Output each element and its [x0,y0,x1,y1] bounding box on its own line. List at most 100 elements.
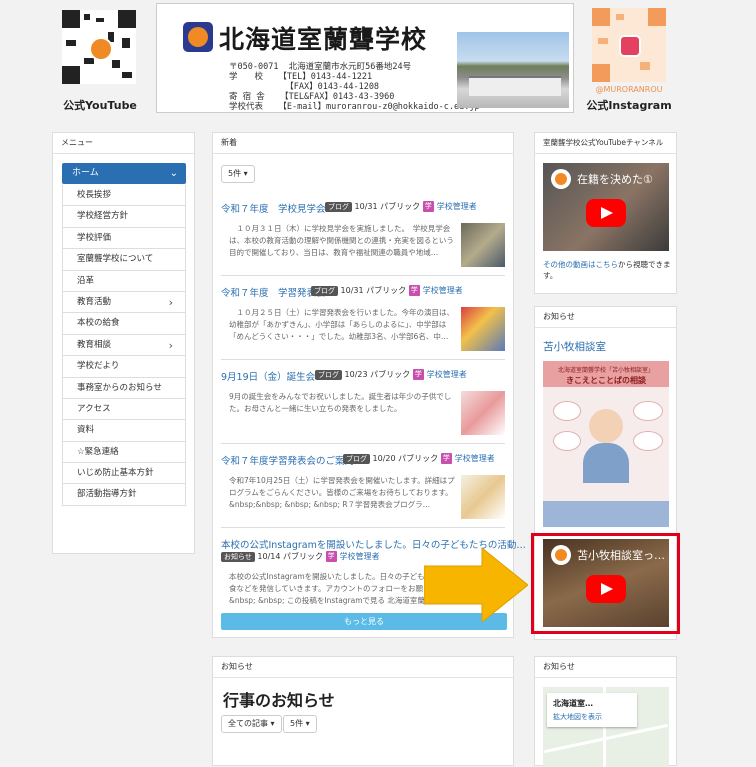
author-avatar-icon: 学 [440,453,452,464]
chevron-right-icon: › [168,295,173,309]
menu-item-label: 学校だより [77,361,120,372]
news-title-link[interactable]: 令和７年度 学習発表会 [221,285,326,299]
menu-item[interactable]: 沿革 [62,270,186,292]
news-title-link[interactable]: 令和７年度 学校見学会 [221,201,326,215]
channel-avatar-icon [551,169,571,189]
all-articles-select[interactable]: 全ての記事 ▾ [221,715,282,733]
news-excerpt: 9月の誕生会をみんなでお祝いしました。誕生者は年少の子供でした。お母さんと一緒に… [229,392,452,413]
instagram-label: 公式Instagram [586,99,672,112]
menu-item[interactable]: アクセス [62,398,186,421]
youtube-logo-icon [89,37,113,61]
news-meta: ブログ 10/20 パブリック 学学校管理者 [343,453,495,464]
news-item: 令和７年度学習発表会のご案内 ブログ 10/20 パブリック 学学校管理者令和7年… [221,453,505,533]
event-count-select[interactable]: 5件 ▾ [283,715,317,733]
news-visibility: パブリック [398,454,439,463]
news-date: 10/31 [354,202,378,211]
news-meta: お知らせ 10/14 パブリック 学学校管理者 [221,551,380,562]
menu-panel: メニュー ホーム ⌄ 校長挨拶 学校経営方針 学校評価 室蘭聾学校について 沿革 教育活動… [52,132,195,554]
news-count-select[interactable]: 5件 ▾ [221,165,255,183]
menu-home[interactable]: ホーム ⌄ [62,163,186,184]
youtube-video-1[interactable]: 在籍を決めた① [543,163,669,251]
play-button-icon[interactable] [586,199,626,227]
map-embed[interactable]: 北海道室… 拡大地図を表示 [543,687,669,767]
instagram-icon [619,35,641,57]
news-visibility: パブリック [380,202,421,211]
news-visibility: パブリック [370,370,411,379]
menu-home-label: ホーム [72,168,99,178]
menu-item[interactable]: 学校だより [62,356,186,378]
menu-item[interactable]: 本校の給食 [62,313,186,335]
youtube-video-1-title: 在籍を決めた① [577,173,653,186]
news-title-link[interactable]: 9月19日（金）誕生会 [221,369,315,383]
event-notice-panel: お知らせ 行事のお知らせ 全ての記事 ▾ 5件 ▾ [212,656,514,766]
news-thumbnail[interactable] [461,391,505,435]
news-author[interactable]: 学校管理者 [455,454,495,463]
menu-item[interactable]: 学校経営方針 [62,206,186,228]
school-address: 〒050-0071 北海道室蘭市水元町56番地24号 学 校 【TEL】0143… [229,62,480,112]
menu-item-label: 校長挨拶 [77,190,112,200]
news-thumbnail[interactable] [461,307,505,351]
menu-item[interactable]: 教育相談 › [62,334,186,357]
highlight-box [531,533,680,634]
news-item: 令和７年度 学校見学会 ブログ 10/31 パブリック 学学校管理者 １０月３１日… [221,201,505,281]
menu-item-label: アクセス [77,403,111,414]
school-crest-icon [183,22,213,52]
map-place-name: 北海道室… [553,699,593,708]
flyer-subtitle: きこえとことばの相談 [566,376,646,385]
menu-item-label: 学校評価 [77,232,112,243]
school-banner[interactable]: 北海道室蘭聾学校 〒050-0071 北海道室蘭市水元町56番地24号 学 校 … [156,3,574,113]
event-notice-heading: お知らせ [213,657,513,678]
author-avatar-icon: 学 [408,285,420,296]
instagram-handle: @MURORANROU [595,85,663,94]
youtube-qr-code [62,10,136,84]
news-author[interactable]: 学校管理者 [427,370,467,379]
news-title-link[interactable]: 令和７年度学習発表会のご案内 [221,453,354,467]
flyer-title: 北海道室蘭聾学校「苫小牧相談室」 [557,367,654,374]
youtube-label: 公式YouTube [63,99,137,112]
news-author[interactable]: 学校管理者 [340,552,380,561]
news-meta: ブログ 10/31 パブリック 学学校管理者 [325,201,477,212]
menu-item[interactable]: 校長挨拶 [62,185,186,207]
divider [221,359,505,360]
news-date: 10/23 [344,370,368,379]
category-tag: ブログ [325,201,352,212]
news-heading: 新着 [213,133,513,154]
menu-item[interactable]: いじめ防止基本方針 [62,463,186,485]
news-thumbnail[interactable] [461,475,505,519]
menu-item[interactable]: 室蘭聾学校について [62,249,186,271]
youtube-panel-heading: 室蘭聾学校公式YouTubeチャンネル [535,133,676,154]
news-meta: ブログ 10/31 パブリック 学学校管理者 [311,285,463,296]
news-excerpt: １０月３１日（木）に学校見学会を実施しました。 学校見学会は、本校の教育活動の理… [229,224,454,257]
map-enlarge-link[interactable]: 拡大地図を表示 [553,712,602,722]
menu-item-label: 部活動指導方針 [77,489,137,500]
youtube-more-text: その他の動画はこちらから視聴できます。 [543,259,673,281]
menu-item[interactable]: 学校評価 [62,227,186,250]
author-avatar-icon: 学 [422,201,434,212]
youtube-more-prefix: その他の動画は [543,260,596,269]
menu-item-label: 教育活動 [77,296,112,307]
news-excerpt: 令和7年10月25日（土）に学習発表会を開催いたします。詳細はプログラムをごらん… [229,476,455,509]
news-thumbnail[interactable] [461,223,505,267]
instagram-qr-code [592,8,666,82]
menu-item[interactable]: 教育活動 › [62,291,186,314]
menu-item-label: 学校経営方針 [77,211,129,222]
tomakomai-link[interactable]: 苫小牧相談室 [543,339,606,354]
menu-item-label: 沿革 [77,275,95,286]
menu-item[interactable]: 事務室からのお知らせ [62,377,186,399]
menu-item[interactable]: 部活動指導方針 [62,484,186,506]
menu-item[interactable]: ☆緊急連絡 [62,441,186,464]
news-author[interactable]: 学校管理者 [423,286,463,295]
menu-item-label: 室蘭聾学校について [77,254,154,265]
news-item: 令和７年度 学習発表会 ブログ 10/31 パブリック 学学校管理者 １０月２５日… [221,285,505,365]
menu-item[interactable]: 資料 [62,420,186,442]
menu-item-label: 事務室からのお知らせ [77,382,162,393]
author-avatar-icon: 学 [325,551,337,562]
news-date: 10/31 [340,286,364,295]
school-photo [457,32,569,108]
tomakomai-flyer[interactable]: 北海道室蘭聾学校「苫小牧相談室」 きこえとことばの相談 [543,361,669,527]
divider [221,275,505,276]
news-visibility: パブリック [366,286,407,295]
youtube-more-link[interactable]: こちら [596,260,619,269]
news-author[interactable]: 学校管理者 [437,202,477,211]
school-name: 北海道室蘭聾学校 [219,25,428,54]
